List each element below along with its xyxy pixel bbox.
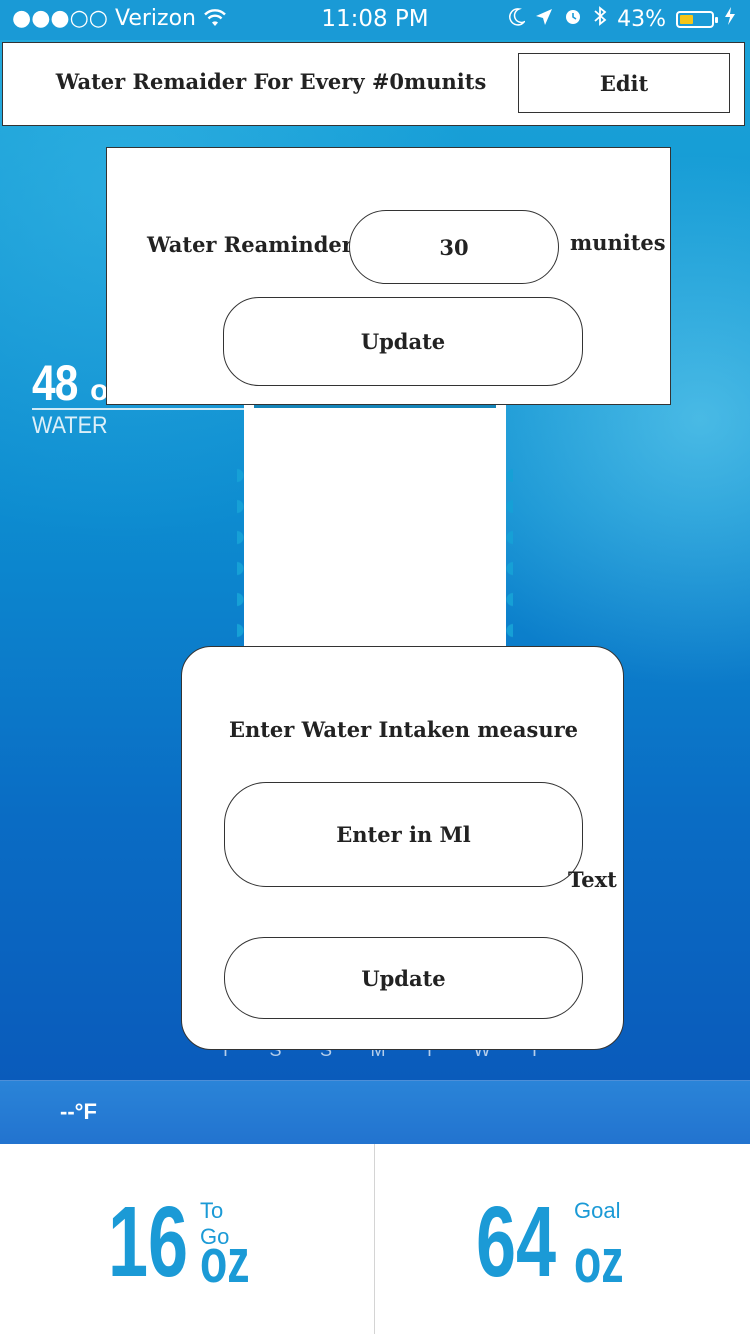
to-go-stat: 16 To Go oz (108, 1186, 250, 1298)
reminder-header: Water Remaider For Every #0munits Edit (2, 42, 745, 126)
status-bar: ●●●○○ Verizon 11:08 PM 43% (0, 0, 750, 40)
reminder-settings-panel: Water Reaminder 30 munites Update (106, 147, 671, 405)
goal-value: 64 (476, 1186, 557, 1298)
reminder-interval-input[interactable]: 30 (349, 210, 559, 284)
goal-stat: 64 Goal oz (476, 1186, 624, 1298)
water-bottle-graphic (237, 400, 513, 650)
bluetooth-icon (593, 6, 607, 32)
to-go-unit: oz (200, 1227, 250, 1296)
intake-level-line (32, 408, 252, 410)
goal-caption: Goal (574, 1198, 621, 1223)
intake-update-button[interactable]: Update (224, 937, 583, 1019)
stats-divider (374, 1144, 375, 1334)
goal-unit: oz (574, 1227, 624, 1296)
intake-dialog-title: Enter Water Intaken measure (228, 717, 579, 742)
reminder-update-button[interactable]: Update (223, 297, 583, 386)
header-title: Water Remaider For Every #0munits (55, 69, 487, 94)
reminder-unit-label: munites (570, 230, 666, 255)
weather-bar: --°F (0, 1080, 750, 1145)
status-icons: 43% (509, 6, 736, 32)
to-go-value: 16 (108, 1186, 189, 1298)
intake-amount-value: 48 (32, 355, 78, 411)
reminder-label: Water Reaminder (147, 232, 353, 257)
bottle-grip-left (237, 460, 251, 640)
battery-percent: 43% (617, 6, 666, 32)
intake-amount-label: WATER (32, 412, 108, 439)
location-arrow-icon (535, 7, 553, 32)
moon-icon (509, 7, 527, 32)
battery-icon (676, 10, 718, 28)
weather-temperature: --°F (60, 1099, 97, 1124)
edit-button[interactable]: Edit (518, 53, 730, 113)
charging-icon (724, 6, 736, 32)
intake-text-label: Text (568, 867, 617, 892)
stats-panel: 16 To Go oz 64 Goal oz (0, 1144, 750, 1334)
bottle-grip-right (499, 460, 513, 640)
water-intake-dialog: Enter Water Intaken measure Enter in Ml … (181, 646, 624, 1050)
intake-ml-input[interactable]: Enter in Ml (224, 782, 583, 887)
alarm-icon (563, 6, 583, 32)
